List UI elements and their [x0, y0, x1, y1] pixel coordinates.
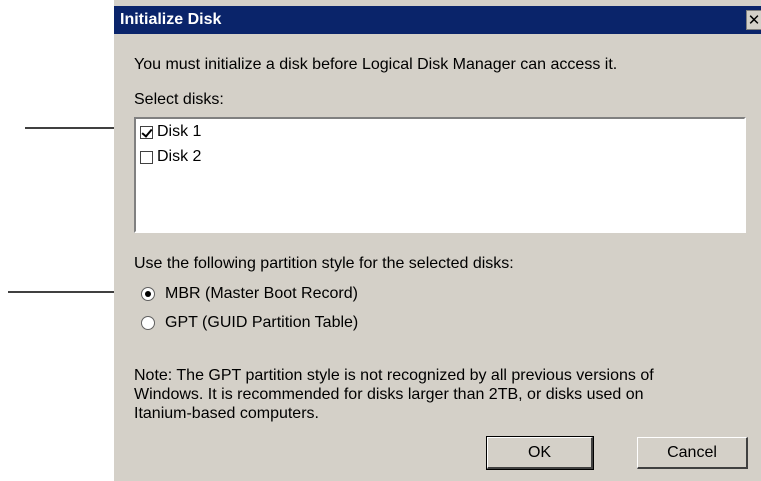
list-item-disk-1[interactable]: Disk 1 [140, 122, 201, 142]
dialog-titlebar: Initialize Disk ✕ [114, 6, 761, 34]
radio-gpt[interactable]: GPT (GUID Partition Table) [141, 314, 358, 332]
partition-style-label: Use the following partition style for th… [134, 255, 514, 272]
disk-list[interactable]: Disk 1 Disk 2 [134, 117, 746, 233]
cancel-button[interactable]: Cancel [637, 437, 748, 469]
disk-2-label: Disk 2 [157, 148, 202, 165]
disk-1-label: Disk 1 [157, 123, 202, 140]
disk-1-checkbox[interactable] [140, 125, 153, 139]
initialize-disk-dialog: Initialize Disk ✕ You must initialize a … [114, 0, 761, 481]
select-disks-label: Select disks: [134, 91, 224, 108]
list-item-disk-2[interactable]: Disk 2 [140, 147, 201, 167]
radio-mbr[interactable]: MBR (Master Boot Record) [141, 285, 358, 303]
mbr-radio-button[interactable] [141, 287, 155, 301]
disk-2-checkbox[interactable] [140, 150, 153, 164]
close-icon[interactable]: ✕ [746, 10, 761, 30]
mbr-label: MBR (Master Boot Record) [165, 285, 358, 302]
ok-button[interactable]: OK [486, 436, 594, 470]
gpt-label: GPT (GUID Partition Table) [165, 314, 359, 331]
intro-text: You must initialize a disk before Logica… [134, 56, 618, 73]
gpt-radio-button[interactable] [141, 316, 155, 330]
dialog-title: Initialize Disk [120, 11, 222, 28]
gpt-note: Note: The GPT partition style is not rec… [134, 367, 654, 422]
